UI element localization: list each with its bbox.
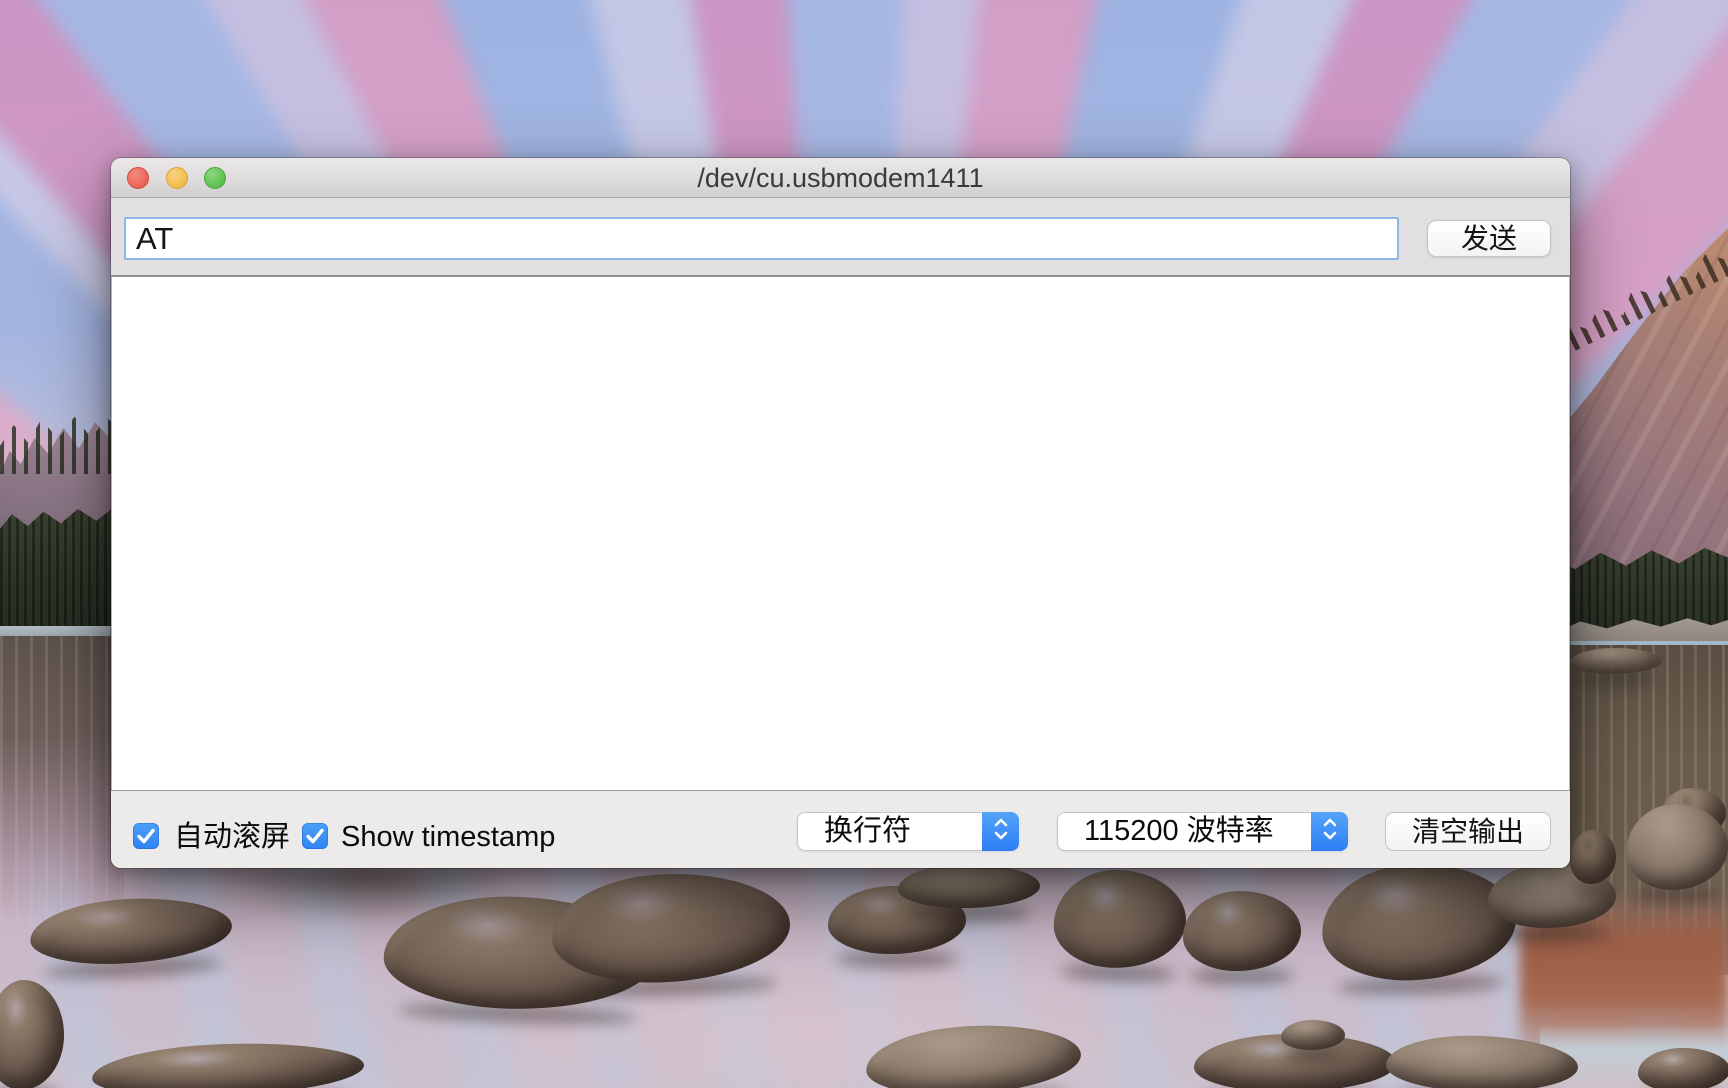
up-down-chevrons-icon bbox=[1321, 816, 1339, 847]
window-title: /dev/cu.usbmodem1411 bbox=[697, 163, 984, 193]
line-ending-value: 换行符 bbox=[824, 815, 912, 847]
wallpaper-left-reflection bbox=[0, 636, 124, 926]
up-down-chevrons-icon bbox=[992, 816, 1010, 847]
baud-rate-select[interactable]: 115200 波特率 bbox=[1057, 812, 1348, 851]
autoscroll-checkbox[interactable] bbox=[133, 823, 159, 849]
send-button[interactable]: 发送 bbox=[1427, 220, 1551, 257]
select-arrows-cap bbox=[1311, 812, 1348, 851]
serial-output-area[interactable] bbox=[111, 275, 1570, 790]
select-arrows-cap bbox=[982, 812, 1019, 851]
serial-monitor-window: /dev/cu.usbmodem1411 发送 自动滚屏 Show timest… bbox=[111, 158, 1570, 868]
autoscroll-label: 自动滚屏 bbox=[174, 821, 291, 853]
line-ending-select[interactable]: 换行符 bbox=[797, 812, 1019, 851]
send-toolbar: 发送 bbox=[111, 199, 1570, 275]
baud-rate-value: 115200 波特率 bbox=[1084, 815, 1274, 847]
rock bbox=[1638, 1048, 1728, 1088]
timestamp-checkbox[interactable] bbox=[302, 823, 328, 849]
status-bar: 自动滚屏 Show timestamp 换行符 115200 波特率 清空输出 bbox=[111, 790, 1570, 868]
timestamp-label: Show timestamp bbox=[341, 821, 556, 853]
serial-command-input[interactable] bbox=[124, 217, 1399, 260]
window-titlebar[interactable]: /dev/cu.usbmodem1411 bbox=[111, 158, 1570, 198]
clear-output-button[interactable]: 清空输出 bbox=[1385, 812, 1551, 851]
